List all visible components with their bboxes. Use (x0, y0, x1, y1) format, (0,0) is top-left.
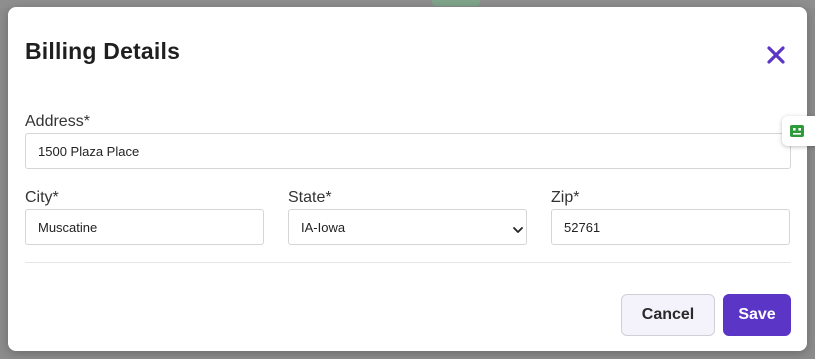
footer-divider (25, 262, 791, 263)
robot-icon (790, 125, 804, 137)
save-button[interactable]: Save (723, 294, 791, 336)
city-input[interactable] (25, 209, 264, 245)
city-label: City* (25, 189, 59, 206)
address-input[interactable] (25, 133, 791, 169)
side-widget-button[interactable] (782, 116, 815, 146)
cancel-button[interactable]: Cancel (621, 294, 715, 336)
state-select[interactable]: IA-Iowa (288, 209, 527, 245)
close-button[interactable] (763, 42, 789, 68)
zip-input[interactable] (551, 209, 790, 245)
address-label: Address* (25, 113, 90, 130)
close-icon (767, 46, 785, 64)
zip-label: Zip* (551, 189, 580, 206)
state-label: State* (288, 189, 332, 206)
billing-details-modal: Billing Details Address* City* State* IA… (8, 7, 807, 351)
modal-title: Billing Details (25, 38, 181, 64)
backdrop-status-chip (432, 0, 480, 6)
